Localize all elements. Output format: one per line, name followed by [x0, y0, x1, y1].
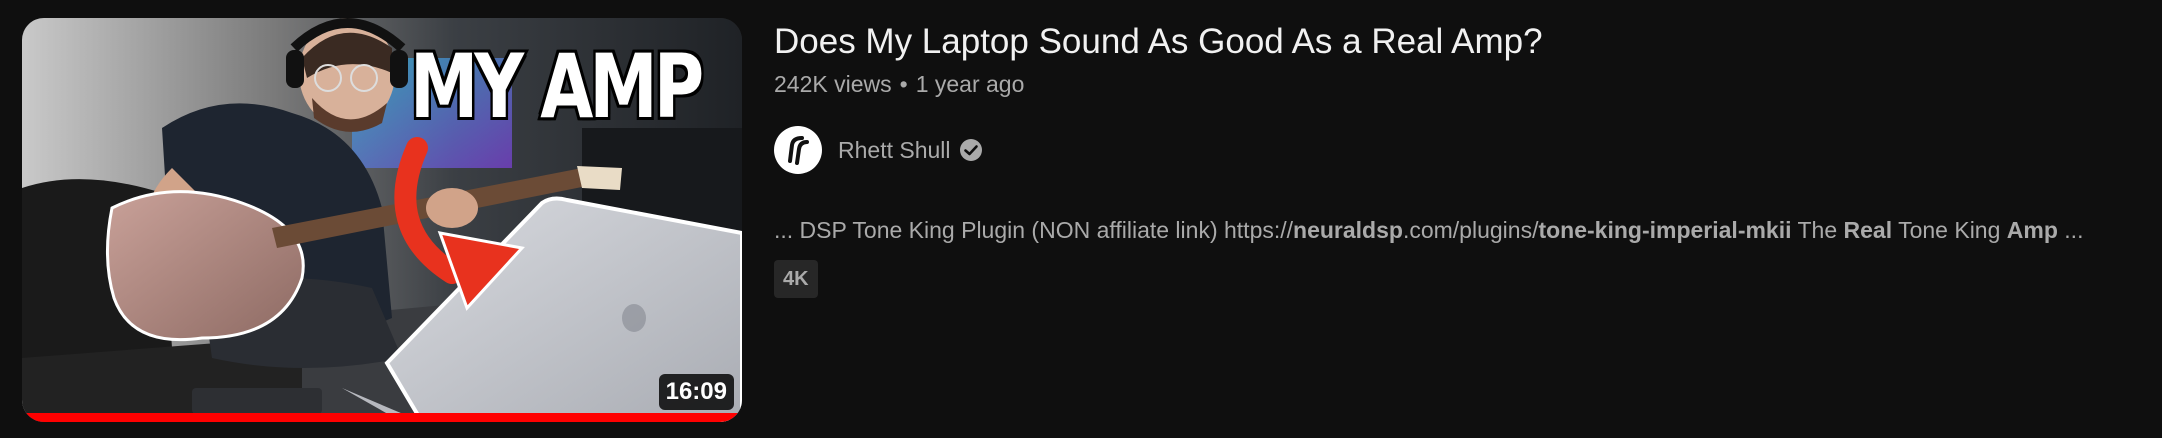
watch-progress-fill [22, 413, 742, 422]
channel-name[interactable]: Rhett Shull [838, 137, 951, 164]
quality-badge-4k: 4K [774, 260, 818, 298]
video-details: Does My Laptop Sound As Good As a Real A… [774, 18, 2144, 298]
video-search-result[interactable]: MY AMP 16:09 Does My Laptop Sound As Goo… [0, 0, 2162, 438]
video-thumbnail[interactable]: MY AMP 16:09 [22, 18, 742, 422]
verified-check-icon [959, 138, 983, 162]
upload-age: 1 year ago [915, 71, 1025, 97]
snippet-text: .com/plugins/ [1402, 217, 1539, 243]
duration-badge: 16:09 [658, 374, 734, 410]
meta-separator: • [899, 71, 908, 97]
video-metadata: 242K views • 1 year ago [774, 68, 2144, 100]
video-title[interactable]: Does My Laptop Sound As Good As a Real A… [774, 18, 2144, 66]
snippet-highlight: Real [1843, 217, 1893, 243]
snippet-text: The [1791, 217, 1844, 243]
snippet-highlight: Amp [2006, 217, 2058, 243]
channel-row: Rhett Shull [774, 126, 2144, 174]
view-count: 242K views [774, 71, 892, 97]
description-snippet: ... DSP Tone King Plugin (NON affiliate … [774, 214, 2144, 246]
thumbnail-caption: MY AMP [408, 32, 707, 141]
snippet-text: ... DSP Tone King Plugin (NON affiliate … [774, 217, 1294, 243]
snippet-highlight: neuraldsp [1293, 217, 1403, 243]
snippet-text: ... [2057, 217, 2084, 243]
channel-avatar[interactable] [774, 126, 822, 174]
rhett-shull-logo-icon [788, 136, 809, 165]
snippet-highlight: tone-king-imperial-mkii [1538, 217, 1792, 243]
snippet-text: Tone King [1892, 217, 2007, 243]
watch-progress-bar [22, 413, 742, 422]
